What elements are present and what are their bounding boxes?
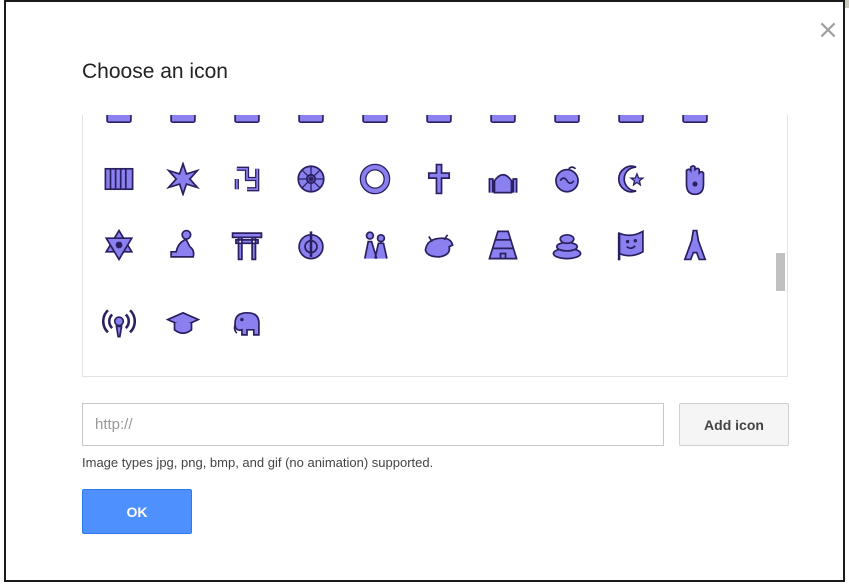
partial-icon[interactable]	[483, 115, 523, 149]
hamsa-icon[interactable]	[675, 159, 715, 199]
dialog-title: Choose an icon	[82, 60, 228, 83]
icon-grid	[82, 115, 788, 377]
crescent-star-icon[interactable]	[611, 159, 651, 199]
broadcast-icon[interactable]	[99, 303, 139, 343]
partial-icon[interactable]	[611, 115, 651, 149]
ok-button[interactable]: OK	[82, 489, 192, 534]
swastika-icon[interactable]	[227, 159, 267, 199]
image-types-hint: Image types jpg, png, bmp, and gif (no a…	[82, 455, 434, 470]
khanda-icon[interactable]	[291, 225, 331, 265]
om-icon[interactable]	[547, 159, 587, 199]
pyramid-icon[interactable]	[483, 225, 523, 265]
partial-icon[interactable]	[547, 115, 587, 149]
torii-gate-icon[interactable]	[227, 225, 267, 265]
partial-icon[interactable]	[227, 115, 267, 149]
fence-icon[interactable]	[99, 159, 139, 199]
graduation-cap-icon[interactable]	[163, 303, 203, 343]
mosque-icon[interactable]	[483, 159, 523, 199]
partial-icon[interactable]	[163, 115, 203, 149]
scrollbar-track[interactable]	[771, 115, 787, 376]
spiral-mound-icon[interactable]	[547, 225, 587, 265]
icon-url-input[interactable]	[82, 403, 664, 446]
scrollbar-thumb[interactable]	[776, 253, 785, 291]
partial-icon[interactable]	[99, 115, 139, 149]
family-icon[interactable]	[355, 225, 395, 265]
flag-face-icon[interactable]	[611, 225, 651, 265]
cross-icon[interactable]	[419, 159, 459, 199]
partial-icon[interactable]	[355, 115, 395, 149]
close-icon[interactable]: ×	[815, 17, 841, 43]
praying-person-icon[interactable]	[163, 225, 203, 265]
eiffel-tower-icon[interactable]	[675, 225, 715, 265]
star-burst-icon[interactable]	[163, 159, 203, 199]
star-of-david-icon[interactable]	[99, 225, 139, 265]
elephant-icon[interactable]	[227, 303, 267, 343]
partial-icon[interactable]	[291, 115, 331, 149]
dharma-wheel-icon[interactable]	[291, 159, 331, 199]
add-icon-button[interactable]: Add icon	[679, 403, 789, 446]
partial-icon[interactable]	[419, 115, 459, 149]
partial-icon[interactable]	[675, 115, 715, 149]
whale-icon[interactable]	[419, 225, 459, 265]
ring-icon[interactable]	[355, 159, 395, 199]
